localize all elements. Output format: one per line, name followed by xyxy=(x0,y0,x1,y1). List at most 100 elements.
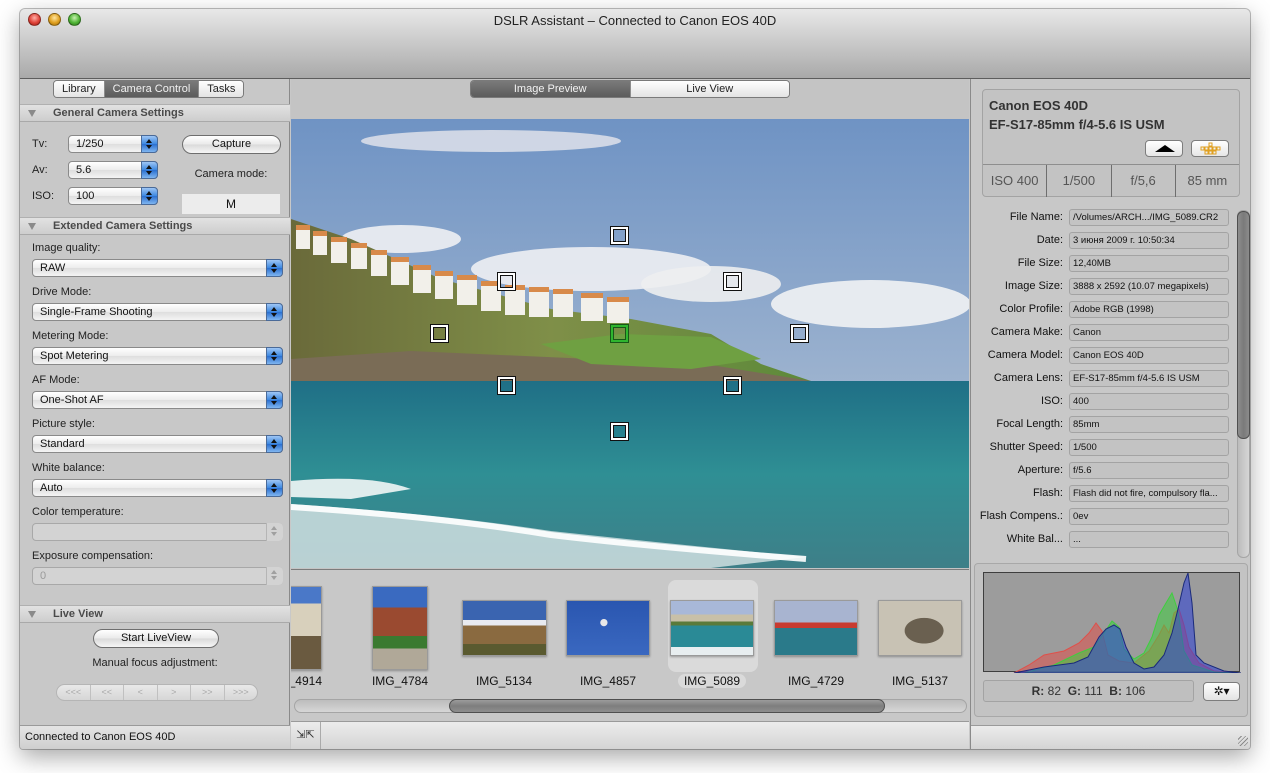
tab-library[interactable]: Library xyxy=(54,81,105,97)
eject-button[interactable] xyxy=(1145,140,1183,157)
info-key: Camera Make: xyxy=(990,326,1063,338)
metering-mode-select[interactable]: Spot Metering xyxy=(32,347,283,365)
g-value: 111 xyxy=(1084,684,1103,698)
image-info-list: File Name: /Volumes/ARCH.../IMG_5089.CR2 D… xyxy=(971,209,1233,559)
filmstrip-item[interactable]: IMG_5089 xyxy=(666,570,766,698)
manual-focus-label: Manual focus adjustment: xyxy=(92,657,218,669)
info-key: File Name: xyxy=(1009,211,1063,223)
af-grid-icon xyxy=(1200,142,1221,155)
color-temperature-select[interactable] xyxy=(32,523,283,541)
thumbnail-name: IMG_4914 xyxy=(291,674,344,688)
info-row: Flash Compens.: 0ev xyxy=(971,508,1233,526)
info-key: Flash: xyxy=(1033,487,1063,499)
live-view-header[interactable]: Live View xyxy=(20,605,290,623)
stat-focal-length: 85 mm xyxy=(1187,173,1228,188)
tv-select[interactable]: 1/250 xyxy=(68,135,158,153)
focus-near-large-button[interactable]: <<< xyxy=(57,685,91,700)
image-preview[interactable] xyxy=(291,119,969,568)
info-value[interactable]: 400 xyxy=(1069,393,1229,410)
extended-settings-header[interactable]: Extended Camera Settings xyxy=(20,217,290,235)
camera-mode-value: M xyxy=(182,194,280,214)
info-value[interactable]: 1/500 xyxy=(1069,439,1229,456)
focus-far-small-button[interactable]: > xyxy=(158,685,191,700)
info-row: ISO: 400 xyxy=(971,393,1233,411)
filmstrip-scrollbar[interactable] xyxy=(294,699,967,713)
info-row: Camera Model: Canon EOS 40D xyxy=(971,347,1233,365)
info-row: Aperture: f/5.6 xyxy=(971,462,1233,480)
af-point-center[interactable] xyxy=(611,325,628,342)
af-point-left[interactable] xyxy=(431,325,448,342)
disclosure-triangle-icon xyxy=(28,223,36,230)
af-point-right[interactable] xyxy=(791,325,808,342)
filmstrip-item[interactable]: IMG_4729 xyxy=(770,570,870,698)
filmstrip-item[interactable]: IMG_5134 xyxy=(458,570,558,698)
r-label: R: xyxy=(1031,684,1045,698)
iso-select[interactable]: 100 xyxy=(68,187,158,205)
info-value[interactable]: 85mm xyxy=(1069,416,1229,433)
info-value[interactable]: Canon xyxy=(1069,324,1229,341)
tab-tasks[interactable]: Tasks xyxy=(199,81,244,97)
info-value[interactable]: ... xyxy=(1069,531,1229,548)
info-value[interactable]: Canon EOS 40D xyxy=(1069,347,1229,364)
focus-far-medium-button[interactable]: >> xyxy=(191,685,225,700)
filmstrip-item[interactable]: IMG_5137 xyxy=(874,570,969,698)
info-value[interactable]: Flash did not fire, compulsory fla... xyxy=(1069,485,1229,502)
info-row: Camera Make: Canon xyxy=(971,324,1233,342)
exposure-compensation-select[interactable]: 0 xyxy=(32,567,283,585)
af-point-upper-left[interactable] xyxy=(498,273,515,290)
white-balance-select[interactable]: Auto xyxy=(32,479,283,497)
thumbnail-image xyxy=(670,600,754,656)
color-temperature-label: Color temperature: xyxy=(32,506,124,518)
tab-image-preview[interactable]: Image Preview xyxy=(471,81,631,97)
center-panel: Image Preview Live View 4914 IMG_4784 IM… xyxy=(291,79,969,749)
resize-grip-icon[interactable] xyxy=(1238,736,1248,746)
filmstrip-item[interactable]: IMG_4784 xyxy=(354,570,454,698)
tab-live-view[interactable]: Live View xyxy=(630,81,789,97)
general-settings-header[interactable]: General Camera Settings xyxy=(20,104,290,122)
picture-style-select[interactable]: Standard xyxy=(32,435,283,453)
af-point-upper-right[interactable] xyxy=(724,273,741,290)
info-value[interactable]: EF-S17-85mm f/4-5.6 IS USM xyxy=(1069,370,1229,387)
av-value: 5.6 xyxy=(76,164,92,176)
af-mode-select[interactable]: One-Shot AF xyxy=(32,391,283,409)
start-liveview-button[interactable]: Start LiveView xyxy=(93,629,219,648)
stepper-icon xyxy=(266,567,283,585)
info-value[interactable]: f/5.6 xyxy=(1069,462,1229,479)
info-value[interactable]: 0ev xyxy=(1069,508,1229,525)
filmstrip-scroll-knob[interactable] xyxy=(449,699,886,713)
info-value[interactable]: Adobe RGB (1998) xyxy=(1069,301,1229,318)
focus-near-small-button[interactable]: < xyxy=(124,685,158,700)
filmstrip-item[interactable]: IMG_4914 xyxy=(291,570,348,698)
capture-button[interactable]: Capture xyxy=(182,135,281,154)
thumbnail-name: IMG_4784 xyxy=(350,674,450,688)
shrink-arrows-icon[interactable]: ⇲⇱ xyxy=(291,722,321,749)
af-point-lower-left[interactable] xyxy=(498,377,515,394)
stepper-icon xyxy=(141,161,158,179)
extended-settings-title: Extended Camera Settings xyxy=(53,220,193,232)
av-select[interactable]: 5.6 xyxy=(68,161,158,179)
info-key: Aperture: xyxy=(1017,464,1063,476)
histogram-settings-button[interactable]: ✲▾ xyxy=(1203,682,1240,701)
drive-mode-select[interactable]: Single-Frame Shooting xyxy=(32,303,283,321)
filmstrip-item[interactable]: IMG_4857 xyxy=(562,570,662,698)
disclosure-triangle-icon xyxy=(28,611,36,618)
center-status-bar: ⇲⇱ xyxy=(291,721,969,749)
info-value[interactable]: /Volumes/ARCH.../IMG_5089.CR2 xyxy=(1069,209,1229,226)
af-point-lower-right[interactable] xyxy=(724,377,741,394)
stepper-icon xyxy=(266,259,283,277)
info-value[interactable]: 3 июня 2009 г. 10:50:34 xyxy=(1069,232,1229,249)
left-panel-tabs: Library Camera Control Tasks xyxy=(53,80,245,98)
info-scrollbar[interactable] xyxy=(1237,210,1250,558)
info-scroll-knob[interactable] xyxy=(1237,211,1250,440)
af-grid-button[interactable] xyxy=(1191,140,1229,157)
image-quality-select[interactable]: RAW xyxy=(32,259,283,277)
info-value[interactable]: 12,40MB xyxy=(1069,255,1229,272)
thumbnail-image xyxy=(878,600,962,656)
focus-far-large-button[interactable]: >>> xyxy=(225,685,258,700)
focus-near-medium-button[interactable]: << xyxy=(91,685,124,700)
af-point-bottom[interactable] xyxy=(611,423,628,440)
info-value[interactable]: 3888 x 2592 (10.07 megapixels) xyxy=(1069,278,1229,295)
af-point-top[interactable] xyxy=(611,227,628,244)
tab-camera-control[interactable]: Camera Control xyxy=(104,81,200,97)
r-value: 82 xyxy=(1047,684,1062,698)
